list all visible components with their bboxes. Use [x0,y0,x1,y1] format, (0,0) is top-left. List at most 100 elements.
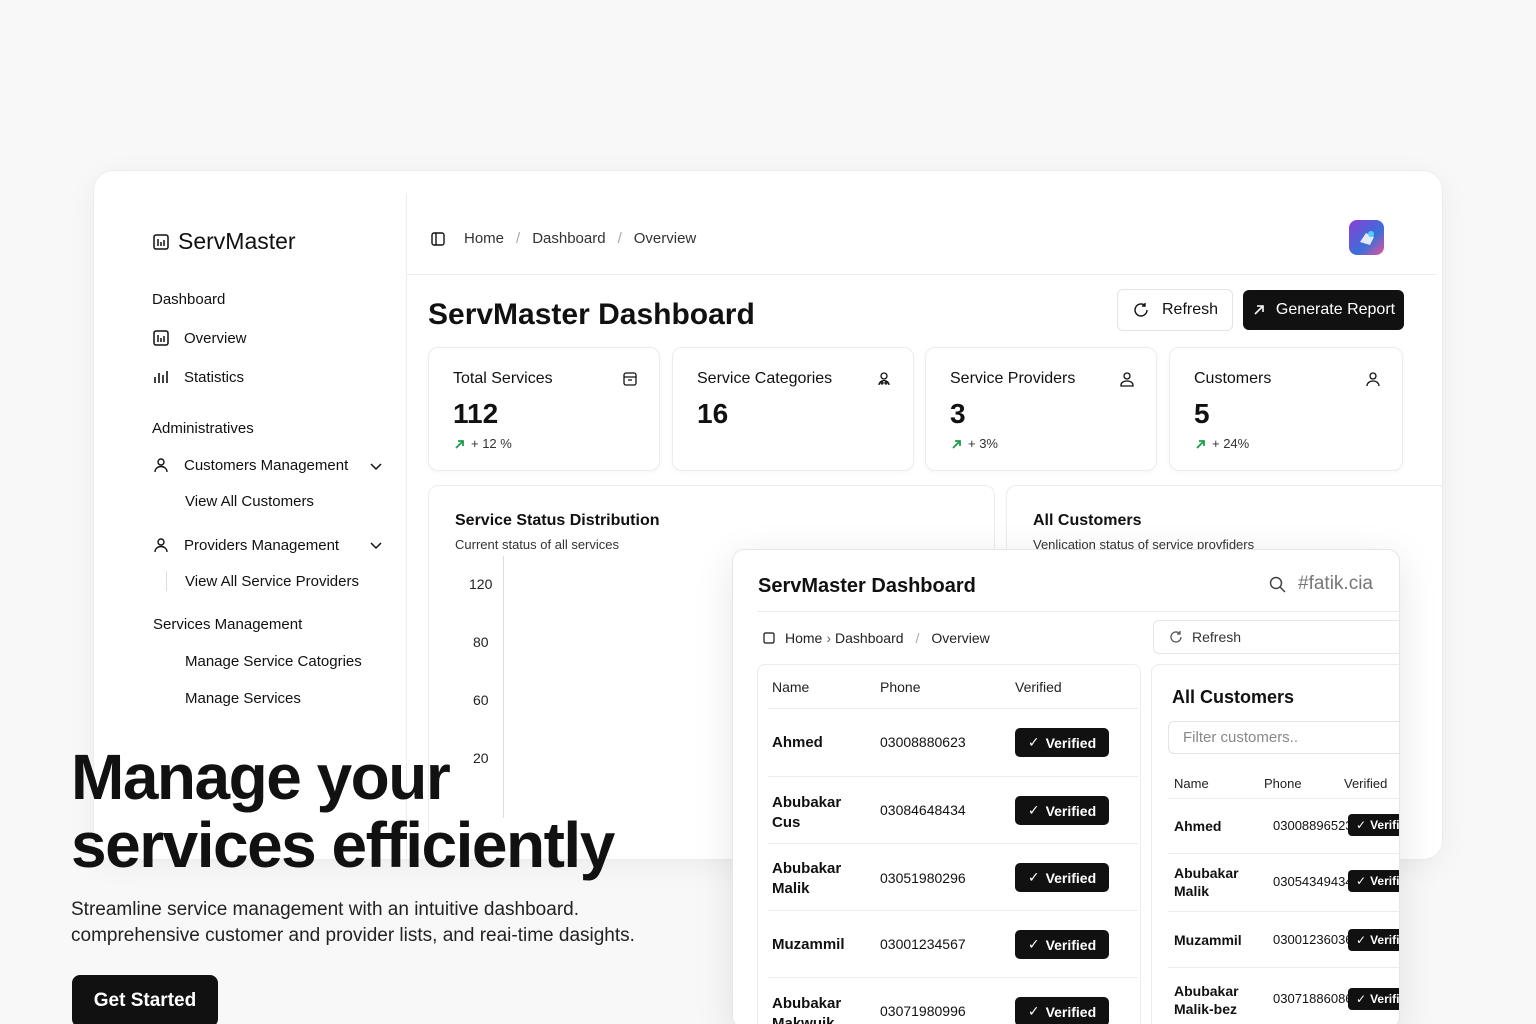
check-icon: ✓ [1027,869,1040,885]
hero-subtitle-line: Streamline service management with an in… [71,899,579,920]
generate-report-label: Generate Report [1275,301,1396,318]
cell-phone: 03084648434 [880,802,966,818]
overlay-refresh-button[interactable]: Refresh [1153,620,1399,654]
badge-label: Verified [1045,802,1097,819]
hero-subtitle: Streamline service management with an in… [71,897,711,949]
table-header-name[interactable]: Name [1174,776,1209,791]
stat-trend: + 3% [952,436,998,451]
page-title: ServMaster Dashboard [428,298,755,331]
breadcrumb-home[interactable]: Home [464,230,504,247]
breadcrumb-separator: / [915,630,920,646]
sidebar-item-manage-categories[interactable]: Manage Service Catogries [185,653,362,670]
sidebar-item-providers-management[interactable]: Providers Management [152,536,339,554]
table-row[interactable]: Ahmed 03008896523 ✓Verified [1168,798,1399,853]
cell-phone: 03008896523 [1273,818,1353,833]
breadcrumb: Home / Dashboard / Overview [430,230,696,247]
cell-phone: 03071886086 [1273,991,1353,1006]
app-logo[interactable]: ServMaster [152,228,296,255]
app-icon [1359,230,1374,245]
badge-label: Verified [1045,1003,1097,1020]
hero-title-line: Manage your [71,741,451,813]
cell-phone: 03051980296 [880,870,966,886]
nav-section-services: Services Management [153,616,303,633]
generate-report-button[interactable]: Generate Report [1243,290,1404,330]
check-icon: ✓ [1356,818,1367,832]
table-header-name[interactable]: Name [772,679,809,695]
sidebar-item-manage-services[interactable]: Manage Services [185,690,301,707]
badge-label: Verified [1045,869,1097,886]
badge-label: Verified [1045,734,1097,751]
trend-up-icon [952,439,961,449]
sidebar-item-customers-management[interactable]: Customers Management [152,456,348,474]
avatar[interactable] [1349,220,1384,255]
sidebar-item-view-providers[interactable]: View All Service Providers [185,573,359,590]
panel-title: All Customers [1033,512,1142,529]
check-icon: ✓ [1356,933,1367,947]
overlay-search[interactable]: #fatik.cia [1269,573,1373,595]
chevron-down-icon[interactable] [369,538,383,552]
stat-value: 5 [1194,398,1210,429]
stat-value: 3 [950,398,966,429]
chevron-down-icon[interactable] [369,459,383,473]
stat-card-service-categories: Service Categories 16 [672,347,914,471]
table-row[interactable]: Muzammil 03001234567 ✓ Verified [768,910,1138,977]
cell-phone: 03008880623 [880,734,966,750]
check-icon: ✓ [1027,734,1040,750]
sidebar-toggle-icon[interactable] [430,231,446,247]
nav-section-admin: Administratives [152,420,254,437]
cell-name: Abubakar Cus [772,794,842,831]
table-header-phone[interactable]: Phone [1264,776,1302,791]
trend-up-icon [1196,439,1205,449]
document-icon [153,233,169,250]
sidebar-item-overview[interactable]: Overview [152,329,247,347]
table-header-verified[interactable]: Verified [1344,776,1387,791]
side-customers-table: All Customers Filter customers.. Name Ph… [1151,664,1400,1024]
app-name: ServMaster [178,228,296,254]
breadcrumb-dashboard[interactable]: Dashboard [532,230,605,247]
archive-icon [623,372,637,386]
sidebar-toggle-icon[interactable] [763,632,775,644]
table-row[interactable]: Abubakar Cus 03084648434 ✓ Verified [768,776,1138,843]
table-row[interactable]: Abubakar Malik 03051980296 ✓ Verified [768,843,1138,910]
breadcrumb-separator: / [617,230,622,247]
badge-label: Verified [1370,933,1400,947]
breadcrumb-dashboard[interactable]: Dashboard [835,630,904,646]
trend-up-icon [455,439,464,449]
cell-name: Muzammil [772,936,845,953]
get-started-button[interactable]: Get Started [72,975,218,1024]
refresh-button[interactable]: Refresh [1117,289,1233,331]
stat-label: Service Categories [697,370,833,387]
refresh-icon [1134,303,1148,317]
sidebar-item-statistics[interactable]: Statistics [152,368,244,386]
check-icon: ✓ [1027,802,1040,818]
hero-title-line: services efficiently [71,809,615,881]
tree-line [166,571,167,591]
table-row[interactable]: Ahmed 03008880623 ✓ Verified [768,708,1138,776]
refresh-label: Refresh [1192,629,1242,645]
table-row[interactable]: Abubakar Malik 03054349434 ✓Verified [1168,853,1399,911]
breadcrumb-home[interactable]: Home [785,630,822,646]
table-row[interactable]: Muzammil 03001236036 ✓Verified [1168,911,1400,967]
table-row[interactable]: Abubakar Makwuik 03071980996 ✓ Verified [768,977,1138,1024]
sidebar-item-label: Manage Service Catogries [185,653,362,670]
customers-table: Name Phone Verified Ahmed 03008880623 ✓ V… [757,664,1141,1024]
user-icon [1366,372,1380,387]
stat-label: Customers [1194,370,1272,387]
check-icon: ✓ [1356,992,1367,1006]
document-icon [153,330,169,346]
filter-customers-input[interactable]: Filter customers.. [1168,721,1399,754]
refresh-icon [1170,631,1182,643]
stat-card-total-services: Total Services 112 + 12 % [428,347,660,471]
chart-y-tick: 60 [473,692,489,708]
overlay-breadcrumb: Home › Dashboard / Overview [763,630,990,646]
panel-subtitle: Current status of all services [455,537,620,552]
chart-y-tick: 80 [473,634,489,650]
sidebar-item-view-customers[interactable]: View All Customers [185,493,314,510]
nav-section-dashboard: Dashboard [152,291,226,308]
table-header-phone[interactable]: Phone [880,679,920,695]
table-header-verified[interactable]: Verified [1015,679,1062,695]
table-row[interactable]: Abubakar Malik-bez 03071886086 ✓Verified [1168,967,1399,1024]
overlay-divider [757,611,1399,612]
cell-name: Ahmed [1174,818,1222,834]
sidebar-item-label: Overview [184,329,247,347]
